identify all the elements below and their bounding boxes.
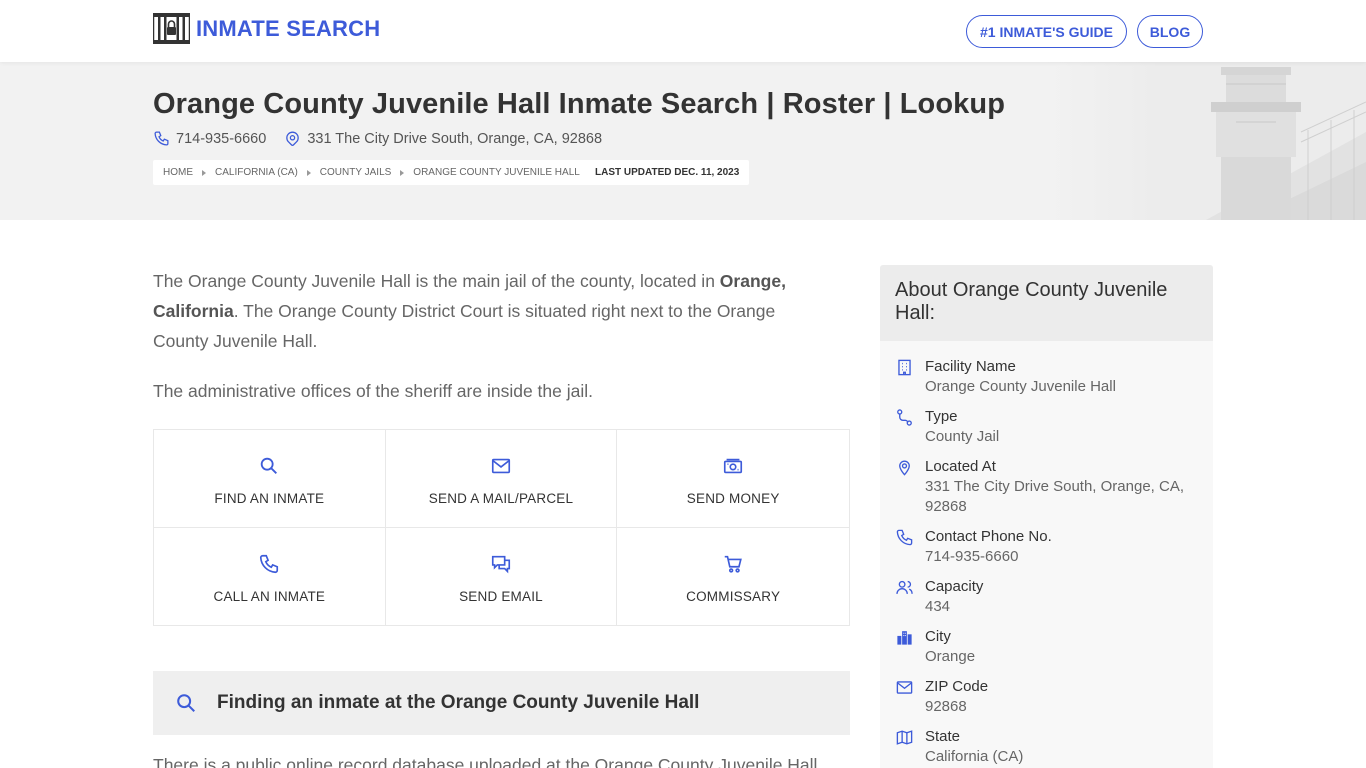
find-inmate-button[interactable]: FIND AN INMATE	[154, 430, 386, 528]
phone-icon	[260, 554, 279, 573]
map-icon	[896, 730, 913, 745]
action-label: SEND MONEY	[686, 490, 780, 506]
breadcrumb-separator-icon	[400, 169, 405, 176]
zip-code-item: ZIP Code 92868	[880, 677, 1213, 717]
send-email-button[interactable]: SEND EMAIL	[385, 527, 618, 625]
top-navbar: INMATE SEARCH #1 INMATE'S GUIDE BLOG	[0, 0, 1366, 62]
commissary-button[interactable]: COMMISSARY	[617, 527, 849, 625]
breadcrumb-county-jails[interactable]: COUNTY JAILS	[320, 167, 392, 178]
info-key: Type	[925, 408, 958, 425]
capacity-item: Capacity 434	[880, 577, 1213, 617]
jail-lock-icon	[153, 13, 190, 44]
route-icon	[897, 409, 912, 426]
database-paragraph: There is a public online record database…	[153, 755, 818, 768]
info-key: City	[925, 628, 951, 645]
info-value: 331 The City Drive South, Orange, CA, 92…	[925, 478, 1185, 515]
contact-row: 714-935-6660 331 The City Drive South, O…	[153, 130, 602, 147]
finding-inmate-section-header: Finding an inmate at the Orange County J…	[153, 671, 850, 735]
info-value: 92868	[925, 698, 967, 715]
cart-icon	[724, 555, 743, 573]
location-pin-icon	[899, 460, 910, 476]
call-inmate-button[interactable]: CALL AN INMATE	[154, 527, 386, 625]
phone-icon	[896, 529, 913, 546]
search-icon	[261, 457, 278, 474]
breadcrumb-state[interactable]: CALIFORNIA (CA)	[215, 167, 298, 178]
located-at-item: Located At 331 The City Drive South, Oran…	[880, 457, 1213, 517]
hero-address: 331 The City Drive South, Orange, CA, 92…	[307, 130, 603, 147]
info-key: Contact Phone No.	[925, 528, 1052, 545]
breadcrumb-home[interactable]: HOME	[163, 167, 193, 178]
facility-name-item: Facility Name Orange County Juvenile Hall	[880, 357, 1213, 397]
city-item: City Orange	[880, 627, 1213, 667]
hero-phone-link[interactable]: 714-935-6660	[176, 131, 266, 147]
info-value: 714-935-6660	[925, 548, 1019, 565]
location-pin-icon	[286, 131, 300, 146]
action-label: SEND A MAIL/PARCEL	[428, 490, 574, 506]
send-money-button[interactable]: SEND MONEY	[617, 430, 849, 528]
action-label: FIND AN INMATE	[214, 490, 325, 506]
info-value: 434	[925, 598, 951, 615]
action-grid: FIND AN INMATE SEND A MAIL/PARCEL SEND M…	[153, 429, 850, 626]
page-title: Orange County Juvenile Hall Inmate Searc…	[153, 88, 1006, 120]
breadcrumb: HOME CALIFORNIA (CA) COUNTY JAILS ORANGE…	[153, 160, 590, 185]
breadcrumb-separator-icon	[306, 169, 311, 176]
sidebar-title: About Orange County Juvenile Hall:	[880, 265, 1213, 341]
info-key: Capacity	[925, 578, 984, 595]
nav-inmates-guide[interactable]: #1 INMATE'S GUIDE	[966, 15, 1127, 48]
intro-paragraph-2: The administrative offices of the sherif…	[153, 381, 593, 401]
breadcrumb-current: ORANGE COUNTY JUVENILE HALL	[413, 167, 580, 178]
type-item: Type County Jail	[880, 407, 1213, 447]
users-icon	[896, 580, 913, 594]
chat-icon	[491, 555, 511, 574]
info-key: State	[925, 728, 961, 745]
money-icon	[724, 458, 743, 473]
info-key: Facility Name	[925, 358, 1016, 375]
finding-inmate-heading: Finding an inmate at the Orange County J…	[217, 692, 700, 713]
phone-icon	[154, 131, 169, 146]
action-label: CALL AN INMATE	[213, 588, 326, 604]
facility-info-list: Facility Name Orange County Juvenile Hall…	[880, 341, 1213, 767]
send-mail-button[interactable]: SEND A MAIL/PARCEL	[385, 430, 618, 528]
nav-blog[interactable]: BLOG	[1137, 15, 1203, 48]
action-label: COMMISSARY	[686, 588, 781, 604]
mail-icon	[896, 681, 913, 694]
building-icon	[898, 359, 911, 376]
search-icon	[177, 694, 195, 712]
info-value: Orange	[925, 648, 976, 665]
info-value: California (CA)	[925, 748, 1024, 765]
state-item: State California (CA)	[880, 727, 1213, 767]
intro-text-a: The Orange County Juvenile Hall is the m…	[153, 271, 720, 291]
prison-tower-illustration	[1046, 62, 1366, 220]
breadcrumb-separator-icon	[202, 169, 206, 176]
info-value: County Jail	[925, 428, 1000, 445]
contact-phone-item: Contact Phone No. 714-935-6660	[880, 527, 1213, 567]
logo-text: INMATE SEARCH	[196, 15, 381, 41]
action-label: SEND EMAIL	[459, 588, 543, 604]
site-logo[interactable]: INMATE SEARCH	[153, 13, 380, 44]
city-icon	[897, 631, 912, 645]
info-key: Located At	[925, 458, 996, 475]
mail-icon	[491, 458, 511, 473]
intro-paragraph: The Orange County Juvenile Hall is the m…	[153, 266, 823, 356]
intro-text-b: . The Orange County District Court is si…	[153, 301, 776, 351]
last-updated-badge: LAST UPDATED DEC. 11, 2023	[585, 160, 750, 185]
about-facility-sidebar: About Orange County Juvenile Hall: Facil…	[880, 265, 1213, 768]
info-key: ZIP Code	[925, 678, 989, 695]
info-value: Orange County Juvenile Hall	[925, 378, 1116, 395]
